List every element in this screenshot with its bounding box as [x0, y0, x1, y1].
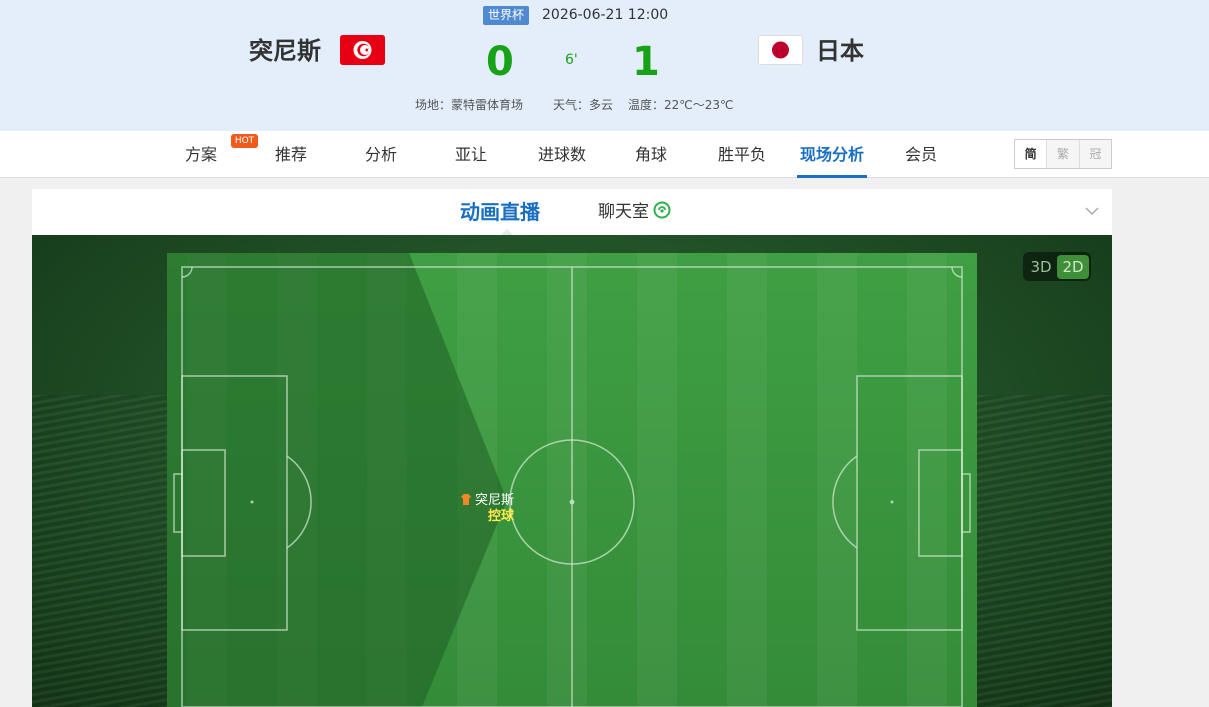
- view-2d-button[interactable]: 2D: [1057, 254, 1089, 279]
- venue-info: 场地：蒙特雷体育场: [415, 98, 524, 112]
- lang-traditional-button[interactable]: 繁: [1046, 140, 1079, 168]
- possession-indicator: 突尼斯 控球: [424, 493, 514, 525]
- possession-team-name: 突尼斯: [474, 493, 514, 508]
- tab-live-analysis[interactable]: 现场分析: [797, 131, 867, 178]
- league-badge[interactable]: 世界杯: [483, 6, 529, 25]
- tab-goals[interactable]: 进球数: [531, 131, 593, 178]
- away-score: 1: [632, 39, 660, 85]
- tab-asian-handicap[interactable]: 亚让: [446, 131, 496, 178]
- chat-broadcast-icon: [653, 191, 671, 219]
- jersey-icon: [460, 494, 471, 505]
- tab-chat-room[interactable]: 聊天室: [598, 189, 671, 235]
- football-pitch: [167, 253, 977, 707]
- match-datetime: 2026-06-21 12:00: [542, 7, 669, 23]
- tab-plan[interactable]: 方案: [176, 131, 226, 178]
- nav-tabs-bar: 方案 HOT 推荐 分析 亚让 进球数 角球 胜平负 现场分析 会员 简 繁 冠: [0, 131, 1209, 178]
- stadium-crowd-left: [32, 395, 167, 707]
- tab-member[interactable]: 会员: [896, 131, 946, 178]
- tab-animation-live[interactable]: 动画直播: [460, 189, 540, 236]
- hot-badge: HOT: [231, 134, 258, 148]
- chevron-down-icon[interactable]: [1084, 203, 1100, 219]
- live-animation-stage: 突尼斯 控球 3D 2D: [32, 235, 1112, 707]
- view-mode-toggle: 3D 2D: [1023, 252, 1091, 281]
- lang-crown-button[interactable]: 冠: [1078, 140, 1111, 168]
- match-header: 世界杯 2026-06-21 12:00 突尼斯 0 6' 1 日本 场地：蒙特…: [0, 0, 1209, 131]
- tab-win-draw-loss[interactable]: 胜平负: [711, 131, 773, 178]
- tunisia-flag-icon: [340, 35, 385, 65]
- lang-simplified-button[interactable]: 简: [1015, 140, 1047, 168]
- live-panel-header: 动画直播 聊天室: [32, 189, 1112, 236]
- home-score: 0: [486, 39, 514, 85]
- tab-recommend[interactable]: 推荐: [266, 131, 316, 178]
- tab-analysis[interactable]: 分析: [356, 131, 406, 178]
- weather-info: 天气：多云: [553, 98, 614, 112]
- away-team-name[interactable]: 日本: [816, 34, 864, 68]
- japan-flag-icon: [758, 35, 803, 65]
- view-3d-button[interactable]: 3D: [1025, 255, 1057, 279]
- stadium-crowd-right: [977, 395, 1112, 707]
- tab-corners[interactable]: 角球: [626, 131, 676, 178]
- home-team-name[interactable]: 突尼斯: [249, 34, 321, 68]
- possession-state: 控球: [487, 509, 514, 524]
- chat-room-label: 聊天室: [598, 202, 649, 222]
- match-minute: 6': [565, 52, 578, 68]
- language-switch: 简 繁 冠: [1014, 139, 1112, 169]
- temperature-info: 温度：22℃～23℃: [628, 98, 734, 112]
